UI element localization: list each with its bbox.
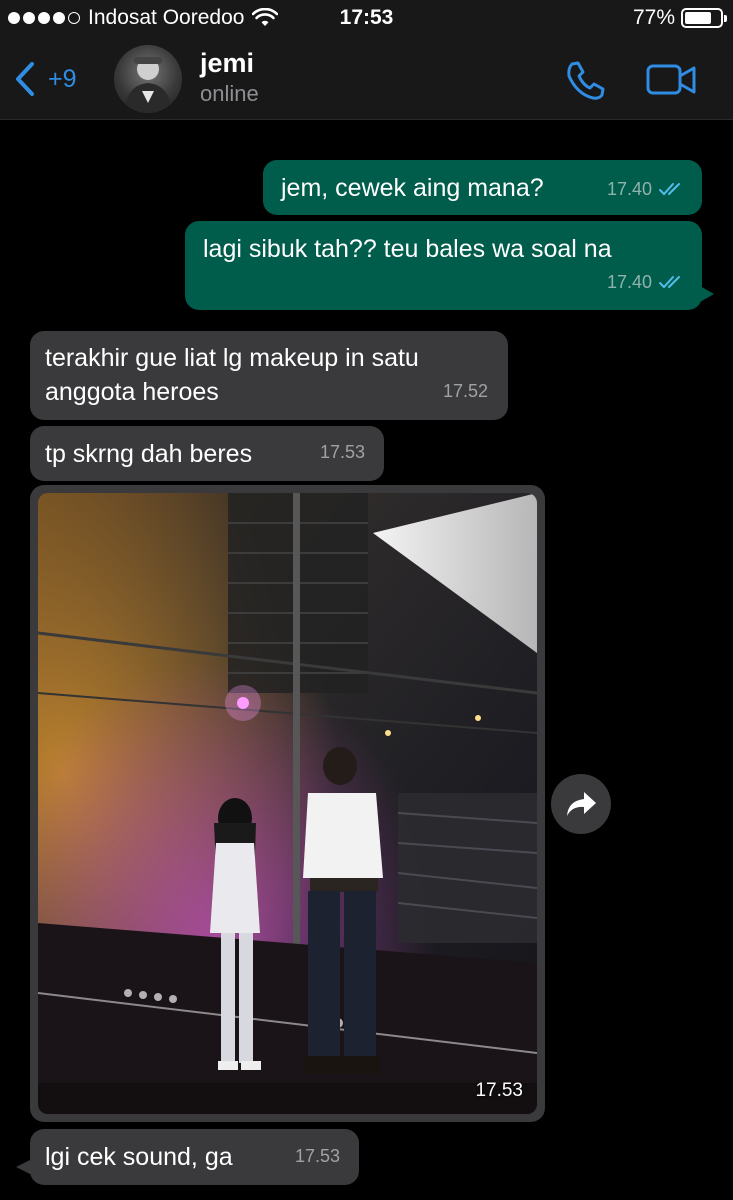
forward-button[interactable] bbox=[551, 774, 611, 834]
chat-header: +9 jemi online bbox=[0, 40, 733, 120]
contact-name: jemi bbox=[200, 48, 255, 78]
chat-screen: Indosat Ooredoo 17:53 77% +9 jemi online… bbox=[0, 0, 733, 1200]
photo-message[interactable]: 17.53 bbox=[30, 485, 545, 1122]
video-call-button[interactable] bbox=[644, 58, 700, 102]
concert-stage-photo bbox=[38, 493, 537, 1114]
message-time: 17.53 bbox=[319, 442, 365, 462]
message-bubble-outgoing[interactable]: lagi sibuk tah?? teu bales wa soal na 17… bbox=[185, 221, 714, 310]
message-text: lgi cek sound, ga bbox=[45, 1143, 233, 1171]
video-camera-icon bbox=[646, 64, 696, 95]
read-ticks-icon bbox=[659, 183, 680, 196]
message-bubble-outgoing[interactable]: jem, cewek aing mana? 17.40 bbox=[263, 160, 702, 215]
contact-info[interactable]: jemi online bbox=[200, 48, 259, 107]
message-bubble-incoming[interactable]: tp skrng dah beres 17.53 bbox=[30, 426, 384, 481]
message-time: 17.53 bbox=[294, 1146, 340, 1166]
back-button[interactable]: +9 bbox=[14, 57, 104, 101]
back-chevron-icon bbox=[16, 62, 34, 96]
battery-percent: 77% bbox=[632, 6, 675, 29]
message-time: 17.40 bbox=[606, 272, 652, 292]
avatar[interactable] bbox=[114, 45, 182, 113]
battery-icon bbox=[681, 8, 727, 28]
message-text: jem, cewek aing mana? bbox=[281, 174, 544, 202]
avatar-image bbox=[124, 57, 172, 113]
message-text: terakhir gue liat lg makeup in satu angg… bbox=[45, 344, 419, 406]
status-bar: Indosat Ooredoo 17:53 77% bbox=[0, 0, 733, 40]
message-time: 17.53 bbox=[475, 1080, 523, 1101]
message-bubble-incoming[interactable]: terakhir gue liat lg makeup in satu angg… bbox=[30, 331, 508, 420]
status-right: 77% bbox=[632, 6, 727, 30]
voice-call-button[interactable] bbox=[563, 58, 607, 102]
phone-icon bbox=[567, 61, 605, 100]
message-time: 17.52 bbox=[442, 381, 488, 401]
unread-count: +9 bbox=[48, 64, 77, 93]
message-time: 17.40 bbox=[606, 179, 652, 199]
battery-cap bbox=[724, 15, 727, 22]
message-bubble-incoming[interactable]: lgi cek sound, ga 17.53 bbox=[16, 1129, 359, 1185]
message-text: lagi sibuk tah?? teu bales wa soal na bbox=[203, 235, 612, 263]
message-meta: 17.40 bbox=[607, 265, 686, 299]
read-ticks-icon bbox=[659, 276, 680, 289]
bubble-tail bbox=[16, 1159, 32, 1175]
battery-level bbox=[685, 12, 712, 24]
contact-status: online bbox=[200, 81, 259, 106]
message-meta: 17.40 bbox=[607, 172, 686, 206]
photo-image[interactable] bbox=[38, 493, 537, 1114]
message-text: tp skrng dah beres bbox=[45, 440, 253, 468]
bubble-tail bbox=[700, 286, 714, 302]
status-time: 17:53 bbox=[339, 6, 394, 29]
forward-arrow-icon bbox=[567, 792, 596, 816]
